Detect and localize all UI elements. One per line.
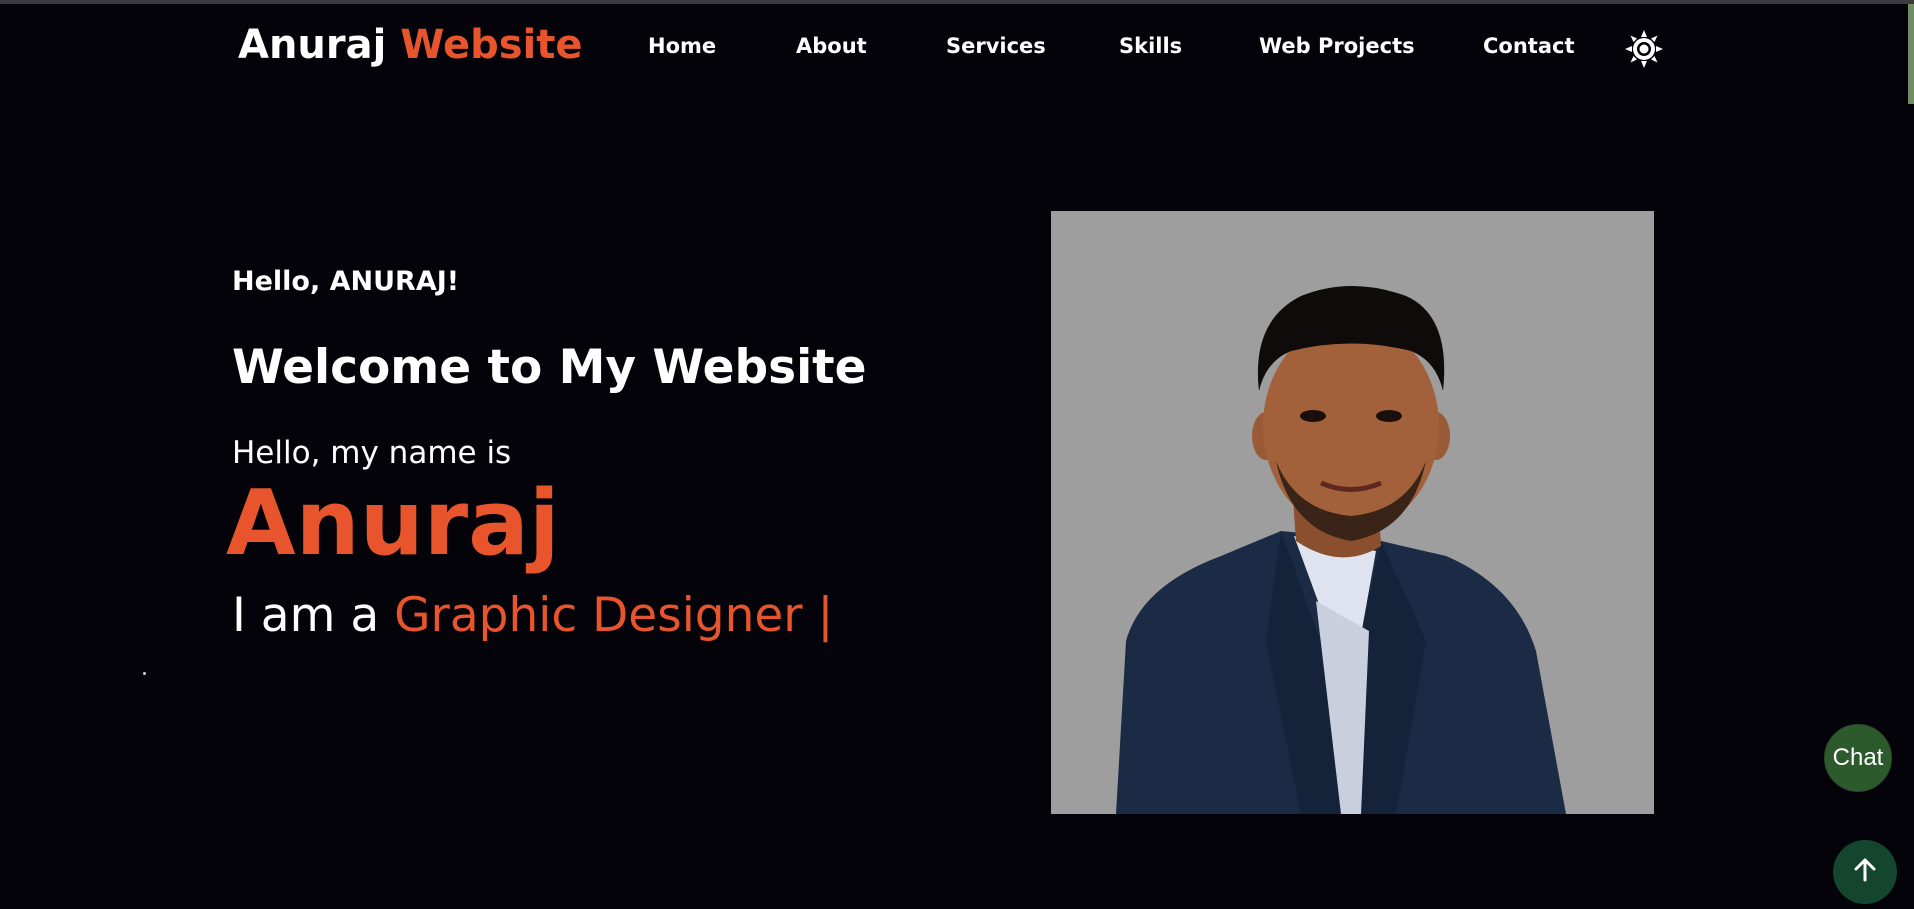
decorative-dot bbox=[143, 672, 146, 675]
intro-text: Hello, my name is bbox=[232, 435, 512, 471]
nav-services[interactable]: Services bbox=[946, 34, 1046, 58]
nav-about[interactable]: About bbox=[796, 34, 867, 58]
nav-web-projects[interactable]: Web Projects bbox=[1259, 34, 1415, 58]
hero-name: Anuraj bbox=[226, 471, 560, 576]
scroll-top-button[interactable] bbox=[1833, 840, 1897, 904]
sun-icon[interactable] bbox=[1625, 30, 1663, 68]
welcome-heading: Welcome to My Website bbox=[232, 340, 867, 395]
typed-role: Graphic Designer | bbox=[394, 588, 834, 643]
nav-skills[interactable]: Skills bbox=[1119, 34, 1182, 58]
nav-home[interactable]: Home bbox=[648, 34, 716, 58]
role-prefix: I am a bbox=[232, 588, 380, 643]
role-line: I am a Graphic Designer | bbox=[232, 588, 833, 643]
chat-button[interactable]: Chat bbox=[1824, 724, 1892, 792]
nav-contact[interactable]: Contact bbox=[1483, 34, 1575, 58]
greeting-text: Hello, ANURAJ! bbox=[232, 266, 460, 297]
arrow-up-icon bbox=[1852, 857, 1878, 887]
top-border bbox=[0, 0, 1914, 4]
profile-photo bbox=[1051, 211, 1654, 814]
